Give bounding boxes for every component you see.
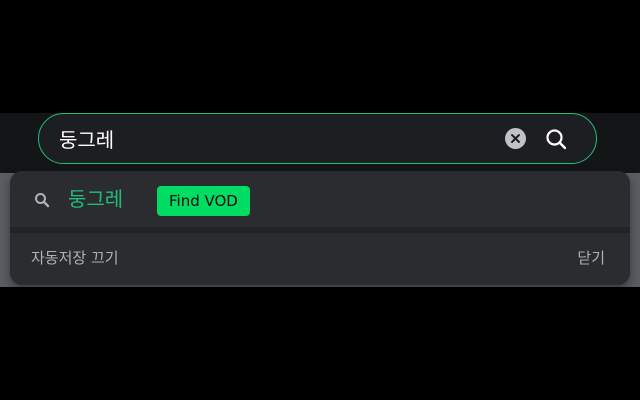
- screen: 둥그레 Find VOD 자동저장 끄기 닫기: [0, 0, 640, 400]
- dropdown-footer: 자동저장 끄기 닫기: [10, 233, 630, 285]
- close-button[interactable]: 닫기: [577, 248, 605, 268]
- find-vod-badge[interactable]: Find VOD: [157, 186, 250, 216]
- suggestion-item[interactable]: 둥그레 Find VOD: [10, 171, 630, 227]
- suggestion-keyword: 둥그레: [68, 187, 124, 211]
- magnifier-icon: [34, 192, 50, 208]
- app-header-area: 둥그레 Find VOD 자동저장 끄기 닫기: [0, 113, 640, 287]
- search-input[interactable]: [59, 114, 489, 162]
- clear-search-button[interactable]: [505, 128, 526, 149]
- magnifier-icon: [546, 129, 567, 150]
- search-bar[interactable]: [38, 113, 597, 164]
- search-button[interactable]: [544, 127, 568, 151]
- clear-x-circle-icon: [511, 134, 520, 143]
- search-suggestion-dropdown: 둥그레 Find VOD 자동저장 끄기 닫기: [10, 171, 630, 285]
- autosave-off-button[interactable]: 자동저장 끄기: [31, 248, 119, 268]
